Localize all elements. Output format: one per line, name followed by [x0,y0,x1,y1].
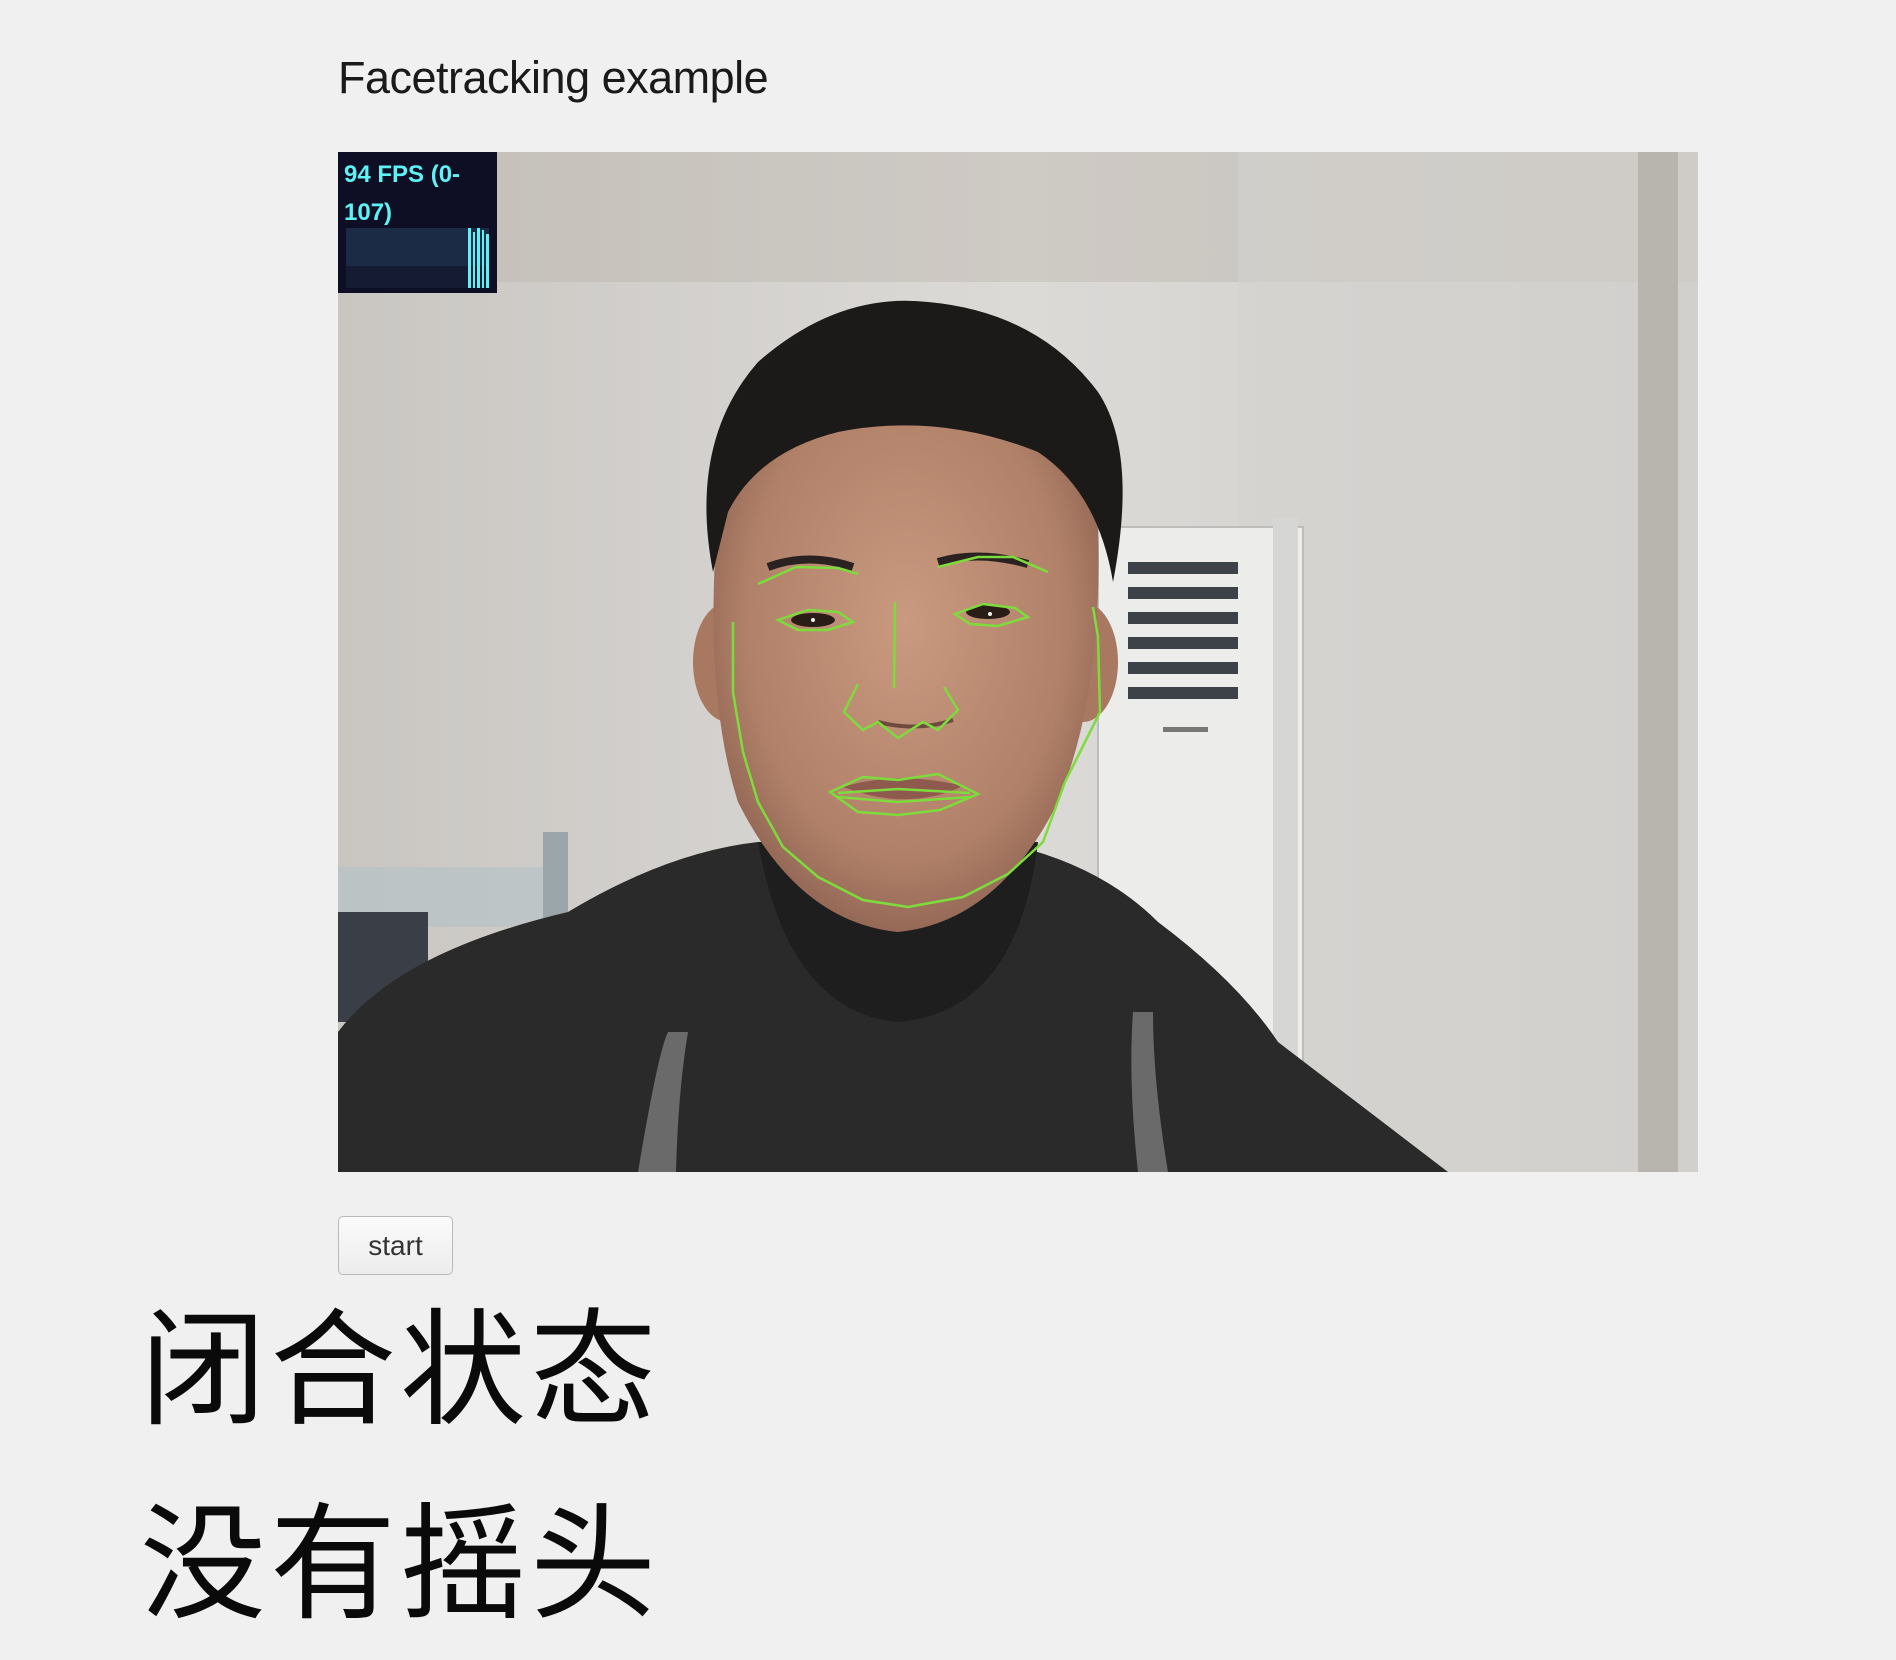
page-title: Facetracking example [338,52,769,103]
fps-graph [346,228,489,288]
head-status-text: 没有摇头 [140,1491,660,1638]
page: Facetracking example 94 FPS (0-107) star… [0,0,1896,1660]
camera-scene [338,152,1698,1172]
mouth-status-text: 闭合状态 [140,1297,660,1444]
video-feed: 94 FPS (0-107) [338,152,1698,1172]
start-button[interactable]: start [338,1216,453,1275]
fps-stats-panel: 94 FPS (0-107) [338,152,497,293]
fps-label: 94 FPS (0-107) [344,161,461,226]
fps-bars [346,228,489,288]
